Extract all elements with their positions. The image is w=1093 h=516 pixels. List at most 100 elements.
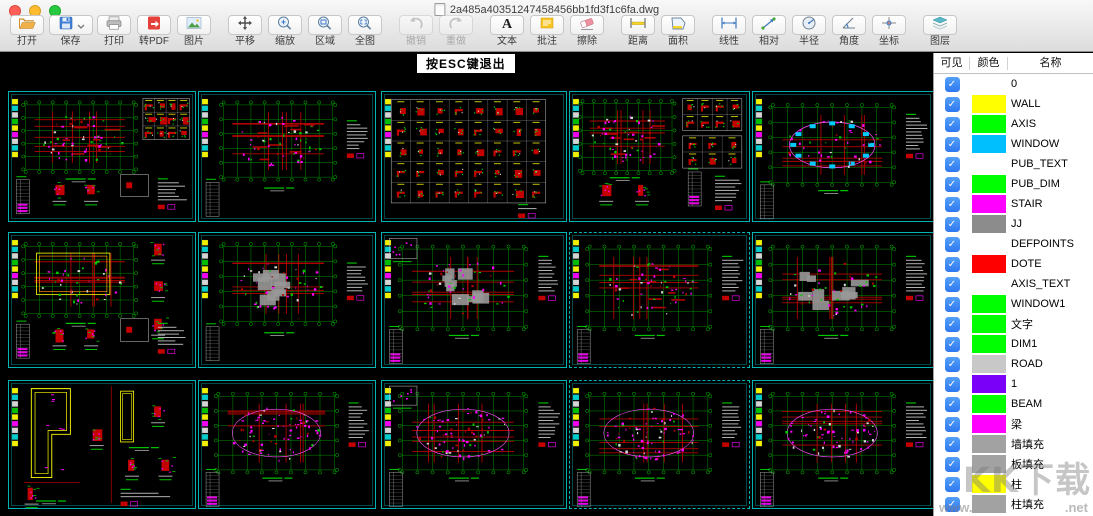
layer-color-swatch bbox=[972, 395, 1006, 413]
toolbar-distance-button[interactable]: 距离 bbox=[618, 15, 658, 47]
toolbar-layers-button[interactable]: 图层 bbox=[920, 15, 960, 47]
toolbar-pan-button[interactable]: 平移 bbox=[225, 15, 265, 47]
layer-row-7[interactable]: ✓ STAIR bbox=[934, 194, 1093, 214]
layer-visible-checkbox[interactable]: ✓ bbox=[944, 356, 960, 372]
layer-row-13[interactable]: ✓ 文字 bbox=[934, 314, 1093, 334]
layer-row-8[interactable]: ✓ JJ bbox=[934, 214, 1093, 234]
layer-visible-checkbox[interactable]: ✓ bbox=[944, 196, 960, 212]
toolbar-open-button[interactable]: 打开 bbox=[7, 15, 47, 47]
layer-name: DIM1 bbox=[1011, 338, 1038, 350]
toolbar-undo-button[interactable]: 撤销 bbox=[396, 15, 436, 47]
drawing-sheet-10 bbox=[752, 232, 933, 368]
layer-color-swatch bbox=[972, 75, 1006, 93]
layer-name: ROAD bbox=[1011, 358, 1043, 370]
layer-row-11[interactable]: ✓ AXIS_TEXT bbox=[934, 274, 1093, 294]
layer-visible-checkbox[interactable]: ✓ bbox=[944, 296, 960, 312]
layer-row-21[interactable]: ✓ 柱 bbox=[934, 474, 1093, 494]
layer-visible-checkbox[interactable]: ✓ bbox=[944, 76, 960, 92]
drawing-sheet-6 bbox=[8, 232, 196, 368]
layer-visible-checkbox[interactable]: ✓ bbox=[944, 236, 960, 252]
layer-row-2[interactable]: ✓ WALL bbox=[934, 94, 1093, 114]
text-icon: A bbox=[497, 15, 517, 36]
toolbar-zoom-button[interactable]: 缩放 bbox=[265, 15, 305, 47]
toolbar-angle-button[interactable]: 角度 bbox=[829, 15, 869, 47]
toolbar-text-label: 文本 bbox=[497, 36, 517, 47]
layer-row-1[interactable]: ✓ 0 bbox=[934, 74, 1093, 94]
layer-visible-checkbox[interactable]: ✓ bbox=[944, 176, 960, 192]
layer-row-17[interactable]: ✓ BEAM bbox=[934, 394, 1093, 414]
layer-name: 1 bbox=[1011, 378, 1018, 390]
toolbar-save-button[interactable]: 保存 bbox=[47, 15, 94, 47]
layer-visible-checkbox[interactable]: ✓ bbox=[944, 156, 960, 172]
radius-icon bbox=[799, 15, 819, 36]
layer-visible-checkbox[interactable]: ✓ bbox=[944, 256, 960, 272]
layer-visible-checkbox[interactable]: ✓ bbox=[944, 456, 960, 472]
layer-color-swatch bbox=[972, 455, 1006, 473]
layer-row-15[interactable]: ✓ ROAD bbox=[934, 354, 1093, 374]
layer-visible-checkbox[interactable]: ✓ bbox=[944, 96, 960, 112]
drawing-sheet-8 bbox=[381, 232, 567, 368]
layer-row-16[interactable]: ✓ 1 bbox=[934, 374, 1093, 394]
layer-row-9[interactable]: ✓ DEFPOINTS bbox=[934, 234, 1093, 254]
toolbar-angle-label: 角度 bbox=[839, 36, 859, 47]
toolbar-linear-button[interactable]: 线性 bbox=[709, 15, 749, 47]
toolbar-zoom-area-button[interactable]: 区域 bbox=[305, 15, 345, 47]
layer-row-10[interactable]: ✓ DOTE bbox=[934, 254, 1093, 274]
toolbar-redo-button[interactable]: 重做 bbox=[436, 15, 476, 47]
layer-name: 柱 bbox=[1011, 479, 1022, 491]
drawing-sheet-1 bbox=[8, 91, 196, 222]
drawing-sheet-2 bbox=[198, 91, 376, 222]
layer-color-swatch bbox=[972, 195, 1006, 213]
layer-name: DEFPOINTS bbox=[1011, 238, 1074, 250]
toolbar-radius-button[interactable]: 半径 bbox=[789, 15, 829, 47]
toolbar-relative-button[interactable]: 相对 bbox=[749, 15, 789, 47]
linear-icon bbox=[719, 15, 739, 36]
layer-name: WINDOW bbox=[1011, 138, 1060, 150]
layer-visible-checkbox[interactable]: ✓ bbox=[944, 136, 960, 152]
layer-visible-checkbox[interactable]: ✓ bbox=[944, 496, 960, 512]
layer-visible-checkbox[interactable]: ✓ bbox=[944, 276, 960, 292]
toolbar-coordinate-button[interactable]: 坐标 bbox=[869, 15, 909, 47]
toolbar-image-button[interactable]: 图片 bbox=[174, 15, 214, 47]
layer-name: WALL bbox=[1011, 98, 1041, 110]
toolbar-area-button[interactable]: 面积 bbox=[658, 15, 698, 47]
layer-name: AXIS_TEXT bbox=[1011, 278, 1071, 290]
drawing-canvas[interactable]: 按ESC键退出 bbox=[0, 53, 933, 516]
layer-visible-checkbox[interactable]: ✓ bbox=[944, 336, 960, 352]
window-chrome: 2a485a40351247458456bb1fd3f1c6fa.dwg 打开保… bbox=[0, 0, 1093, 52]
layer-visible-checkbox[interactable]: ✓ bbox=[944, 376, 960, 392]
layer-row-5[interactable]: ✓ PUB_TEXT bbox=[934, 154, 1093, 174]
toolbar-text-button[interactable]: A 文本 bbox=[487, 15, 527, 47]
layer-color-swatch bbox=[972, 275, 1006, 293]
toolbar-print-button[interactable]: 打印 bbox=[94, 15, 134, 47]
layer-visible-checkbox[interactable]: ✓ bbox=[944, 476, 960, 492]
toolbar-zoom-all-button[interactable]: 全图 bbox=[345, 15, 385, 47]
chevron-down-icon[interactable] bbox=[77, 16, 85, 34]
layer-row-3[interactable]: ✓ AXIS bbox=[934, 114, 1093, 134]
toolbar-annotate-button[interactable]: 批注 bbox=[527, 15, 567, 47]
layer-visible-checkbox[interactable]: ✓ bbox=[944, 216, 960, 232]
layer-visible-checkbox[interactable]: ✓ bbox=[944, 436, 960, 452]
layer-visible-checkbox[interactable]: ✓ bbox=[944, 416, 960, 432]
layer-visible-checkbox[interactable]: ✓ bbox=[944, 396, 960, 412]
toolbar-to-pdf-button[interactable]: 转PDF bbox=[134, 15, 174, 47]
angle-icon bbox=[839, 15, 859, 36]
layer-row-19[interactable]: ✓ 墙填充 bbox=[934, 434, 1093, 454]
layer-row-4[interactable]: ✓ WINDOW bbox=[934, 134, 1093, 154]
toolbar-relative-label: 相对 bbox=[759, 36, 779, 47]
layer-visible-checkbox[interactable]: ✓ bbox=[944, 316, 960, 332]
toolbar-erase-button[interactable]: 擦除 bbox=[567, 15, 607, 47]
area-icon bbox=[668, 15, 688, 36]
layer-row-6[interactable]: ✓ PUB_DIM bbox=[934, 174, 1093, 194]
layer-row-18[interactable]: ✓ 梁 bbox=[934, 414, 1093, 434]
layer-visible-checkbox[interactable]: ✓ bbox=[944, 116, 960, 132]
layer-row-12[interactable]: ✓ WINDOW1 bbox=[934, 294, 1093, 314]
layer-color-swatch bbox=[972, 315, 1006, 333]
layer-row-20[interactable]: ✓ 板填充 bbox=[934, 454, 1093, 474]
layer-row-14[interactable]: ✓ DIM1 bbox=[934, 334, 1093, 354]
layer-color-swatch bbox=[972, 375, 1006, 393]
layer-row-22[interactable]: ✓ 柱填充 bbox=[934, 494, 1093, 514]
layer-color-swatch bbox=[972, 335, 1006, 353]
column-header-name: 名称 bbox=[1039, 56, 1062, 69]
toolbar-undo-label: 撤销 bbox=[406, 36, 426, 47]
